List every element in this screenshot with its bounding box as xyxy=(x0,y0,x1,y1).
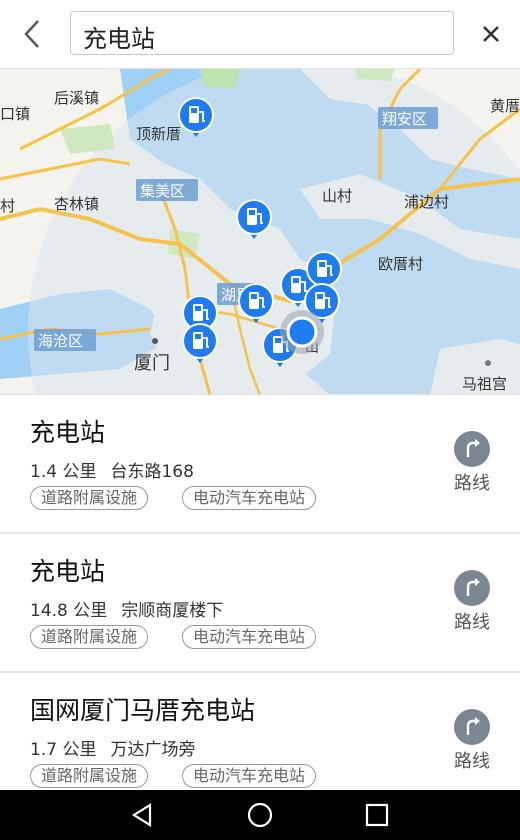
result-address: 台东路168 xyxy=(110,462,194,482)
map-label: 欧厝村 xyxy=(378,255,423,273)
map-label: 杏林镇 xyxy=(54,195,99,213)
category-tag: 道路附属设施 xyxy=(30,764,149,788)
category-tag: 电动汽车充电站 xyxy=(182,625,317,649)
map-label: 浦边村 xyxy=(404,193,449,211)
result-distance: 1.7 公里 xyxy=(30,740,97,760)
map-label: 口镇 xyxy=(0,105,30,123)
current-location-dot-icon xyxy=(286,316,318,348)
district-label: 集美区 xyxy=(140,182,185,200)
result-address: 宗顺商厦楼下 xyxy=(121,601,224,621)
nav-recents-icon[interactable] xyxy=(360,798,394,832)
map-label: 顶新厝 xyxy=(136,125,181,143)
list-item[interactable]: 充电站 14.8 公里 宗顺商厦楼下 道路附属设施 电动汽车充电站 路线 xyxy=(0,534,520,672)
result-name: 国网厦门马厝充电站 xyxy=(30,696,256,725)
close-icon[interactable] xyxy=(472,14,510,54)
list-item[interactable]: 国网厦门马厝充电站 1.7 公里 万达广场旁 道路附属设施 电动汽车充电站 路线 xyxy=(0,673,520,791)
map-label: 村 xyxy=(0,197,15,215)
route-turn-icon xyxy=(454,431,490,467)
route-button[interactable]: 路线 xyxy=(448,570,496,640)
route-turn-icon xyxy=(454,709,490,745)
district-label: 翔安区 xyxy=(382,110,427,128)
route-label: 路线 xyxy=(454,612,490,633)
search-input[interactable]: 充电站 xyxy=(70,11,454,55)
result-name: 充电站 xyxy=(30,557,106,586)
result-meta: 14.8 公里 宗顺商厦楼下 xyxy=(30,596,223,621)
route-button[interactable]: 路线 xyxy=(448,431,496,501)
district-label: 海沧区 xyxy=(38,332,83,350)
map-label: 后溪镇 xyxy=(54,89,99,107)
map-label: 马祖宫 xyxy=(462,375,507,393)
city-label: 厦门 xyxy=(134,353,170,374)
system-nav-bar xyxy=(0,790,520,840)
back-arrow-icon[interactable] xyxy=(14,14,52,54)
result-meta: 1.4 公里 台东路168 xyxy=(30,457,194,482)
route-button[interactable]: 路线 xyxy=(448,709,496,779)
map-label: 山村 xyxy=(322,187,352,205)
route-label: 路线 xyxy=(454,751,490,772)
result-meta: 1.7 公里 万达广场旁 xyxy=(30,735,195,760)
result-name: 充电站 xyxy=(30,418,106,447)
category-tag: 道路附属设施 xyxy=(30,625,149,649)
category-tag: 电动汽车充电站 xyxy=(182,764,317,788)
result-address: 万达广场旁 xyxy=(110,740,196,760)
results-list[interactable]: 充电站 1.4 公里 台东路168 道路附属设施 电动汽车充电站 路线 充电站 1… xyxy=(0,394,520,791)
category-tag: 电动汽车充电站 xyxy=(182,486,317,510)
result-distance: 14.8 公里 xyxy=(30,601,108,621)
list-item[interactable]: 充电站 1.4 公里 台东路168 道路附属设施 电动汽车充电站 路线 xyxy=(0,395,520,533)
search-header: 充电站 xyxy=(0,0,520,68)
route-label: 路线 xyxy=(454,473,490,494)
nav-back-icon[interactable] xyxy=(126,798,160,832)
result-distance: 1.4 公里 xyxy=(30,462,97,482)
search-query: 充电站 xyxy=(83,25,155,53)
map-view[interactable]: 翔安区 集美区 湖里 海沧区 后溪镇 口镇 顶新厝 杏林镇 村 山村 浦边村 欧… xyxy=(0,68,520,395)
category-tag: 道路附属设施 xyxy=(30,486,149,510)
nav-home-icon[interactable] xyxy=(243,798,277,832)
map-label: 黄厝 xyxy=(490,97,520,115)
route-turn-icon xyxy=(454,570,490,606)
